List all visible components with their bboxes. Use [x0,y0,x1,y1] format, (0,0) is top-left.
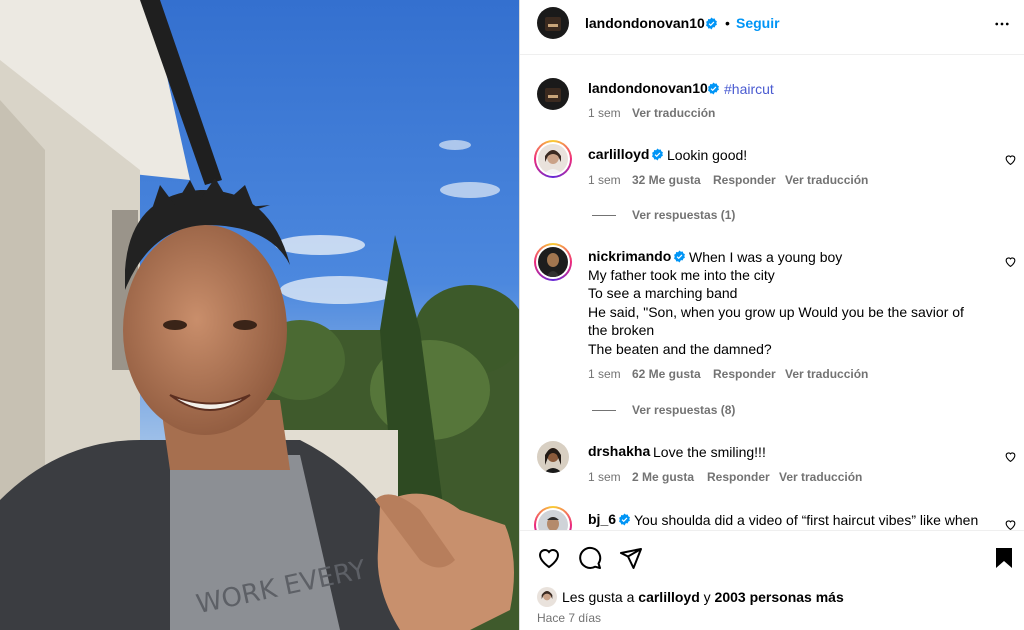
comment-translate-link[interactable]: Ver traducción [785,367,868,381]
comment-time[interactable]: 1 sem [588,367,621,381]
comment-text: Lookin good! [667,147,748,163]
caption-time[interactable]: 1 sem [588,106,621,120]
verified-badge-icon [706,17,717,30]
comment-text-body: My father took me into the city To see a… [588,266,988,358]
author-username[interactable]: landondonovan10 [585,15,705,31]
post-header: landondonovan10 • Seguir [520,0,1024,55]
comment-username[interactable]: nickrimando [588,248,671,264]
comment-username[interactable]: drshakha [588,443,650,459]
view-replies-button[interactable]: Ver respuestas (8) [632,403,735,417]
post-panel: landondonovan10 • Seguir landondonovan10… [519,0,1024,630]
comment-text-line: My father took me into the city [588,267,775,283]
comment-translate-link[interactable]: Ver traducción [779,470,862,484]
bookmark-icon[interactable] [993,546,1015,570]
comment-translate-link[interactable]: Ver traducción [785,173,868,187]
verified-badge-icon [652,148,663,161]
heart-icon[interactable] [537,546,561,570]
more-options-icon[interactable] [993,15,1011,33]
likes-and: y [703,589,711,605]
post-time-ago[interactable]: Hace 7 días [537,611,601,625]
comment-like-heart-icon[interactable] [1004,153,1017,166]
comment-time[interactable]: 1 sem [588,173,621,187]
comment-icon[interactable] [578,546,602,570]
post-photo[interactable]: WORK EVERY [0,0,519,630]
comment-text: You shoulda did a video of “first haircu… [634,512,979,528]
comment-like-heart-icon[interactable] [1004,450,1017,463]
likes-count[interactable]: 2003 personas más [715,589,844,605]
view-replies-button[interactable]: Ver respuestas (1) [632,208,735,222]
comment-likes[interactable]: 2 Me gusta [632,470,694,484]
comment-avatar[interactable] [538,144,568,174]
comment-text-line: The beaten and the damned? [588,340,772,357]
caption-hashtag[interactable]: #haircut [724,80,774,98]
comment-clipped: bj_6 You shoulda did a video of “first h… [520,500,1024,530]
comment-reply-button[interactable]: Responder [713,173,776,187]
comment-text: Love the smiling!!! [653,444,766,460]
comment-reply-button[interactable]: Responder [707,470,770,484]
likes-user[interactable]: carlilloyd [638,589,699,605]
verified-badge-icon [708,82,719,95]
comment-like-heart-icon[interactable] [1004,255,1017,268]
comment-reply-button[interactable]: Responder [713,367,776,381]
caption-translate-link[interactable]: Ver traducción [632,106,715,120]
post-image: WORK EVERY [0,0,519,630]
comment-username[interactable]: carlilloyd [588,146,649,162]
comment-like-heart-icon[interactable] [1004,518,1017,530]
comment-avatar[interactable] [538,247,568,277]
replies-divider [592,410,616,411]
send-icon[interactable] [619,546,643,570]
comment-username[interactable]: bj_6 [588,511,616,527]
replies-divider [592,215,616,216]
comment-text-line: the broken [588,322,655,339]
likes-summary: Les gusta a carlilloyd y 2003 personas m… [562,589,844,605]
post-actions: Les gusta a carlilloyd y 2003 personas m… [520,530,1024,630]
comment-text-line: To see a marching band [588,285,738,302]
comment-likes[interactable]: 32 Me gusta [632,173,701,187]
verified-badge-icon [619,513,630,526]
verified-badge-icon [674,250,685,263]
likes-avatar[interactable] [537,587,557,607]
comment-text-line: He said, "Son, when you grow up Would yo… [588,303,964,320]
separator-dot: • [725,15,730,31]
comment-time[interactable]: 1 sem [588,470,621,484]
caption-username[interactable]: landondonovan10 [588,80,708,96]
caption-author-avatar[interactable] [537,78,569,110]
likes-prefix: Les gusta a [562,589,635,605]
follow-button[interactable]: Seguir [736,15,780,31]
comment-text-line: When I was a young boy [689,249,843,265]
comment-likes[interactable]: 62 Me gusta [632,367,701,381]
author-avatar[interactable] [537,7,569,39]
comment-avatar[interactable] [537,441,569,473]
